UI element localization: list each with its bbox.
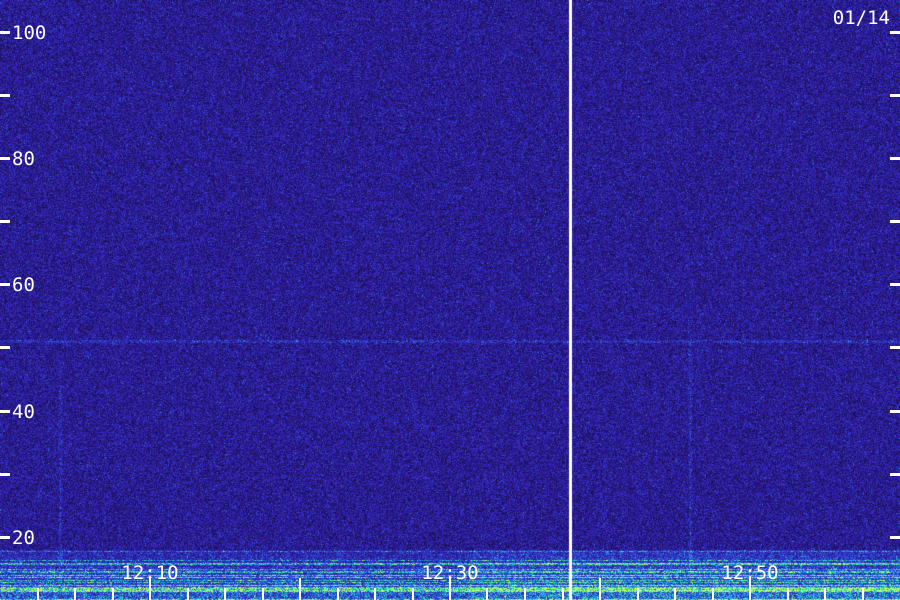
x-tick: [862, 588, 864, 600]
y-tick-label: 40: [12, 401, 35, 423]
y-tick-left: [0, 220, 10, 223]
x-tick-label: 12:30: [421, 562, 478, 584]
x-tick-label: 12:10: [121, 562, 178, 584]
y-tick-right: [890, 31, 900, 34]
y-tick-right: [890, 157, 900, 160]
x-tick: [524, 588, 526, 600]
x-tick: [37, 588, 39, 600]
y-tick-label: 100: [12, 22, 46, 44]
y-tick-label: 60: [12, 274, 35, 296]
x-tick: [299, 578, 301, 600]
x-tick: [74, 588, 76, 600]
x-tick: [337, 588, 339, 600]
x-tick: [787, 588, 789, 600]
x-tick: [562, 588, 564, 600]
y-tick-left: [0, 410, 10, 413]
spectrogram-panel: 20 40 60 80 100 12:10 12:30 12:50 01/14: [0, 0, 900, 600]
y-tick-right: [890, 220, 900, 223]
x-tick: [412, 588, 414, 600]
y-tick-right: [890, 346, 900, 349]
axis-ticks: [0, 31, 900, 600]
y-tick-left: [0, 157, 10, 160]
y-tick-right: [890, 94, 900, 97]
x-tick: [674, 588, 676, 600]
y-tick-right: [890, 410, 900, 413]
y-tick-left: [0, 536, 10, 539]
x-tick: [187, 588, 189, 600]
x-tick: [637, 588, 639, 600]
y-tick-label: 80: [12, 148, 35, 170]
y-tick-right: [890, 283, 900, 286]
x-tick: [599, 578, 601, 600]
x-tick-labels: 12:10 12:30 12:50: [121, 562, 778, 584]
x-tick: [112, 588, 114, 600]
x-tick: [224, 588, 226, 600]
y-tick-right: [890, 536, 900, 539]
y-tick-left: [0, 346, 10, 349]
date-label: 01/14: [833, 7, 890, 29]
x-tick: [262, 588, 264, 600]
y-tick-label: 20: [12, 527, 35, 549]
x-tick-label: 12:50: [721, 562, 778, 584]
y-tick-left: [0, 473, 10, 476]
y-tick-left: [0, 94, 10, 97]
x-tick: [824, 588, 826, 600]
x-tick: [486, 588, 488, 600]
y-tick-left: [0, 283, 10, 286]
y-tick-labels: 20 40 60 80 100: [12, 22, 46, 549]
x-tick: [712, 588, 714, 600]
y-tick-right: [890, 473, 900, 476]
x-tick: [374, 588, 376, 600]
axes-overlay: 20 40 60 80 100 12:10 12:30 12:50 01/14: [0, 7, 900, 600]
y-tick-left: [0, 31, 10, 34]
